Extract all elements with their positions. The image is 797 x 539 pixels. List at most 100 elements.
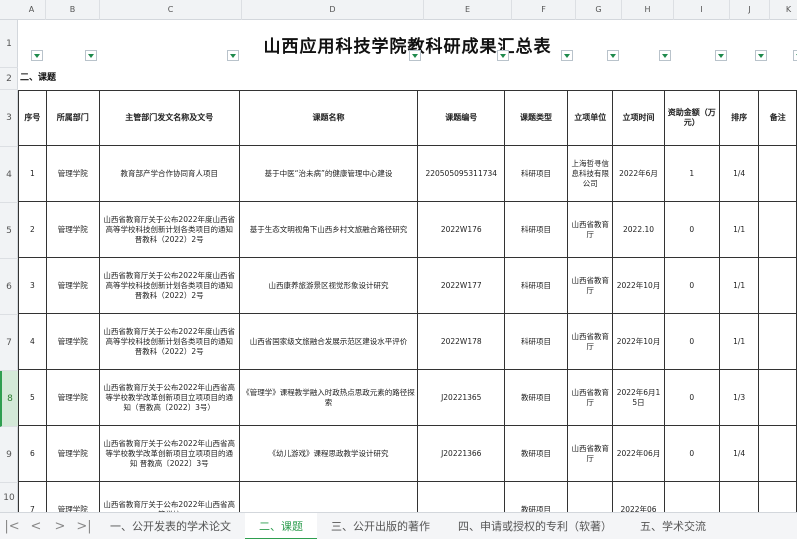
table-cell[interactable]: 3	[18, 257, 47, 314]
table-cell[interactable]: 0	[663, 201, 720, 258]
column-header-a[interactable]: A	[18, 0, 46, 20]
row-header-5[interactable]: 5	[0, 203, 18, 259]
row-header-1[interactable]: 1	[0, 20, 18, 68]
column-header-i[interactable]: I	[674, 0, 730, 20]
table-cell[interactable]: 山西省教育厅关于公布2022年山西省高等学校	[98, 481, 240, 512]
table-cell[interactable]: 2022W177	[417, 257, 506, 314]
table-cell[interactable]: 山西省教育厅关于公布2022年度山西省高等学校科技创新计划各类项目的通知晋教科（…	[98, 201, 240, 258]
column-header-k[interactable]: K	[770, 0, 797, 20]
section-label[interactable]: 二、课题	[20, 68, 56, 88]
table-cell[interactable]: 4	[18, 313, 47, 370]
table-header-cell[interactable]: 资助金额（万元）	[663, 90, 720, 146]
filter-dropdown-icon[interactable]	[755, 50, 767, 61]
table-header-cell[interactable]: 立项时间	[612, 90, 665, 146]
column-header-f[interactable]: F	[512, 0, 576, 20]
table-header-cell[interactable]: 课题类型	[504, 90, 569, 146]
sheet-tab-4[interactable]: 四、申请或授权的专利（软著）	[444, 513, 626, 539]
table-cell[interactable]: 管理学院	[45, 313, 100, 370]
table-cell[interactable]: 科研项目	[504, 145, 569, 202]
table-cell[interactable]: 基于生态文明视角下山西乡村文旅融合路径研究	[238, 201, 419, 258]
table-cell[interactable]: 6	[18, 425, 47, 482]
sheet-tab-2[interactable]: 二、课题	[245, 512, 317, 539]
table-cell[interactable]: 管理学院	[45, 257, 100, 314]
table-cell[interactable]: 山西省教育厅	[567, 369, 614, 426]
table-cell[interactable]	[718, 481, 760, 512]
sheet-tab-3[interactable]: 三、公开出版的著作	[317, 513, 444, 539]
row-header-4[interactable]: 4	[0, 147, 18, 203]
filter-dropdown-icon[interactable]	[409, 50, 421, 61]
table-cell[interactable]: 管理学院	[45, 145, 100, 202]
table-cell[interactable]: 1/3	[718, 369, 760, 426]
table-cell[interactable]: 2	[18, 201, 47, 258]
table-cell[interactable]: 5	[18, 369, 47, 426]
column-header-d[interactable]: D	[242, 0, 424, 20]
table-cell[interactable]: 山西省教育厅	[567, 313, 614, 370]
table-cell[interactable]	[758, 145, 797, 202]
table-cell[interactable]: 7	[18, 481, 47, 512]
row-header-6[interactable]: 6	[0, 259, 18, 315]
filter-dropdown-icon[interactable]	[85, 50, 97, 61]
table-cell[interactable]: 山西省教育厅	[567, 201, 614, 258]
row-header-3[interactable]: 3	[0, 90, 18, 147]
filter-dropdown-icon[interactable]	[715, 50, 727, 61]
table-cell[interactable]: 管理学院	[45, 481, 100, 512]
table-cell[interactable]: 1/4	[718, 425, 760, 482]
filter-dropdown-icon[interactable]	[31, 50, 43, 61]
table-header-cell[interactable]: 备注	[758, 90, 797, 146]
table-cell[interactable]	[758, 313, 797, 370]
table-cell[interactable]: 2022年10月	[612, 313, 665, 370]
table-header-cell[interactable]: 课题编号	[417, 90, 506, 146]
table-cell[interactable]: 2022年06月	[612, 425, 665, 482]
table-cell[interactable]: 220505095311734	[417, 145, 506, 202]
table-cell[interactable]: 2022W178	[417, 313, 506, 370]
table-cell[interactable]	[758, 257, 797, 314]
table-cell[interactable]: J20221365	[417, 369, 506, 426]
table-cell[interactable]: 0	[663, 425, 720, 482]
sheet-tab-1[interactable]: 一、公开发表的学术论文	[96, 513, 245, 539]
table-header-cell[interactable]: 所属部门	[45, 90, 100, 146]
table-cell[interactable]: 2022W176	[417, 201, 506, 258]
table-cell[interactable]: 教研项目	[504, 369, 569, 426]
table-cell[interactable]: 1/1	[718, 201, 760, 258]
table-cell[interactable]: 1	[18, 145, 47, 202]
table-cell[interactable]: 管理学院	[45, 201, 100, 258]
table-cell[interactable]: 山西省教育厅关于公布2022年度山西省高等学校科技创新计划各类项目的通知晋教科（…	[98, 257, 240, 314]
column-header-c[interactable]: C	[100, 0, 242, 20]
table-header-cell[interactable]: 排序	[718, 90, 760, 146]
table-cell[interactable]: 0	[663, 369, 720, 426]
table-header-cell[interactable]: 立项单位	[567, 90, 614, 146]
table-cell[interactable]: 1/1	[718, 313, 760, 370]
table-cell[interactable]	[238, 481, 419, 512]
table-cell[interactable]	[758, 369, 797, 426]
table-cell[interactable]: 1/1	[718, 257, 760, 314]
table-cell[interactable]: J20221366	[417, 425, 506, 482]
table-cell[interactable]: 山西省教育厅关于公布2022年度山西省高等学校科技创新计划各类项目的通知晋教科（…	[98, 313, 240, 370]
table-header-cell[interactable]: 序号	[18, 90, 47, 146]
table-cell[interactable]: 2022年6月	[612, 145, 665, 202]
table-cell[interactable]: 管理学院	[45, 369, 100, 426]
row-header-9[interactable]: 9	[0, 427, 18, 483]
filter-dropdown-icon[interactable]	[227, 50, 239, 61]
table-cell[interactable]: 0	[663, 257, 720, 314]
table-cell[interactable]: 教研项目	[504, 481, 569, 512]
table-cell[interactable]: 山西省教育厅	[567, 425, 614, 482]
table-cell[interactable]: 科研项目	[504, 313, 569, 370]
table-cell[interactable]: 0	[663, 313, 720, 370]
column-header-j[interactable]: J	[730, 0, 770, 20]
row-header-2[interactable]: 2	[0, 68, 18, 90]
row-header-8[interactable]: 8	[0, 371, 18, 427]
table-cell[interactable]: 2022年10月	[612, 257, 665, 314]
table-cell[interactable]: 1	[663, 145, 720, 202]
first-sheet-icon[interactable]: |<	[0, 513, 24, 539]
table-cell[interactable]: 基于中医“治未病”的健康管理中心建设	[238, 145, 419, 202]
table-cell[interactable]: 上海哲寻信息科技有限公司	[567, 145, 614, 202]
filter-dropdown-icon[interactable]	[607, 50, 619, 61]
table-cell[interactable]: 管理学院	[45, 425, 100, 482]
filter-dropdown-icon[interactable]	[659, 50, 671, 61]
row-header-7[interactable]: 7	[0, 315, 18, 371]
table-cell[interactable]: 科研项目	[504, 257, 569, 314]
table-cell[interactable]: 山西康养旅游景区视觉形象设计研究	[238, 257, 419, 314]
table-cell[interactable]: 2022.10	[612, 201, 665, 258]
filter-dropdown-icon[interactable]	[793, 50, 797, 61]
last-sheet-icon[interactable]: >|	[72, 513, 96, 539]
